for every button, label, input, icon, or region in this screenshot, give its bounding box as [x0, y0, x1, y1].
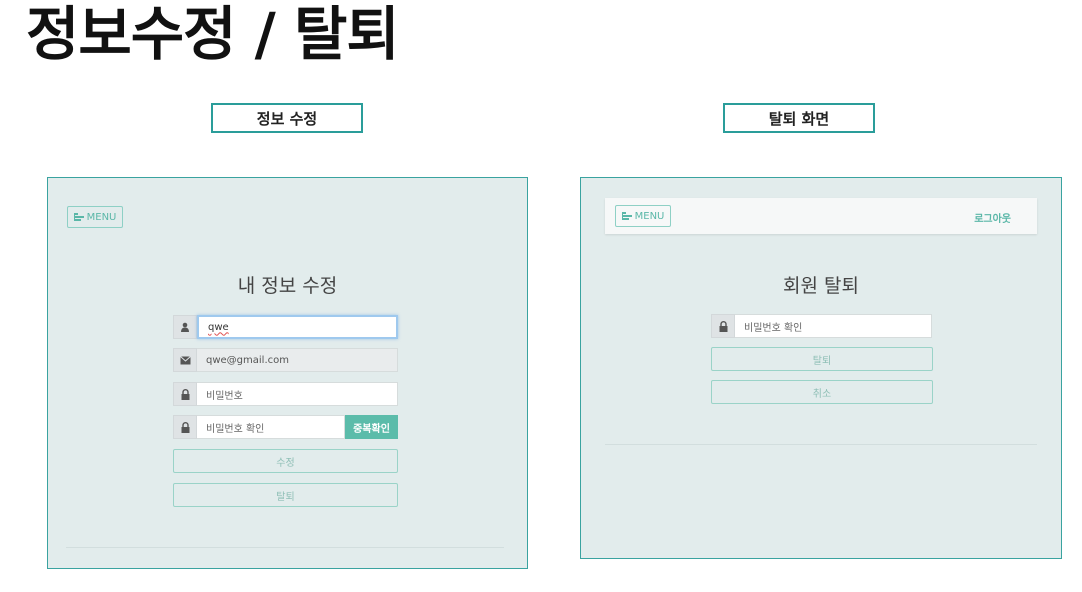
password-confirm-field: 비밀번호 확인 중복확인: [173, 415, 398, 439]
password-field: 비밀번호: [173, 382, 398, 406]
lock-icon: [173, 382, 197, 406]
menu-label: MENU: [86, 211, 117, 223]
lock-icon: [173, 415, 197, 439]
password-confirm-input[interactable]: 비밀번호 확인: [197, 415, 345, 439]
caption-edit-screen: 정보 수정: [211, 103, 363, 133]
page-heading: 회원 탈퇴: [783, 275, 859, 297]
menu-icon: [621, 212, 632, 220]
menu-icon: [73, 213, 84, 221]
menu-button[interactable]: MENU: [67, 206, 123, 228]
edit-profile-screenshot: MENU 내 정보 수정 qwe qwe@gmail.com 비밀번호 비밀번호…: [47, 177, 528, 569]
edit-button[interactable]: 수정: [173, 449, 398, 473]
lock-icon: [711, 314, 735, 338]
top-navbar: MENU 로그아웃: [605, 198, 1037, 234]
password-input[interactable]: 비밀번호: [197, 382, 398, 406]
logout-link[interactable]: 로그아웃: [974, 210, 1011, 225]
cancel-button[interactable]: 취소: [711, 380, 933, 404]
duplicate-check-button[interactable]: 중복확인: [345, 415, 398, 439]
name-field: qwe: [173, 315, 398, 339]
withdraw-button[interactable]: 탈퇴: [711, 347, 933, 371]
email-input[interactable]: qwe@gmail.com: [197, 348, 398, 372]
page-heading: 내 정보 수정: [237, 275, 338, 297]
name-input[interactable]: qwe: [197, 315, 398, 339]
caption-withdraw-screen: 탈퇴 화면: [723, 103, 875, 133]
email-field: qwe@gmail.com: [173, 348, 398, 372]
withdraw-button[interactable]: 탈퇴: [173, 483, 398, 507]
menu-button[interactable]: MENU: [615, 205, 671, 227]
menu-label: MENU: [634, 210, 665, 222]
footer-divider: [605, 444, 1037, 445]
password-confirm-field: 비밀번호 확인: [711, 314, 932, 338]
withdraw-screenshot: MENU 로그아웃 회원 탈퇴 비밀번호 확인 탈퇴 취소: [580, 177, 1062, 559]
slide-title: 정보수정 / 탈퇴: [26, 0, 400, 68]
user-icon: [173, 315, 197, 339]
footer-divider: [66, 547, 504, 548]
password-confirm-input[interactable]: 비밀번호 확인: [735, 314, 932, 338]
envelope-icon: [173, 348, 197, 372]
